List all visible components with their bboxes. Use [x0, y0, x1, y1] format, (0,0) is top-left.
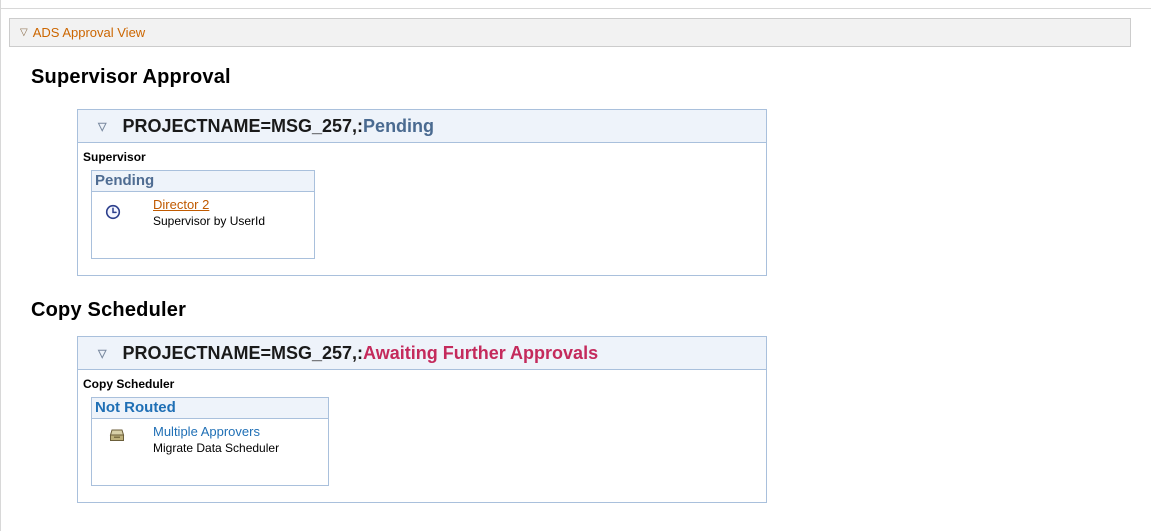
path-status: Pending: [363, 115, 435, 136]
approver-card: Pending Director 2 Supervisor by UserId: [91, 170, 315, 259]
path-status: Awaiting Further Approvals: [363, 342, 599, 363]
collapse-triangle-icon[interactable]: ▽: [20, 27, 28, 38]
approver-description: Supervisor by UserId: [153, 214, 266, 228]
approval-path-copy-scheduler: ▽ PROJECTNAME=MSG_257,: Awaiting Further…: [77, 336, 767, 503]
approver-name-link[interactable]: Multiple Approvers: [153, 424, 260, 439]
step-label: Copy Scheduler: [83, 377, 175, 391]
stage-heading-supervisor-approval: Supervisor Approval: [31, 66, 231, 88]
inbox-tray-icon: [109, 429, 125, 441]
page-top-border: [0, 8, 1151, 9]
approver-name-link[interactable]: Director 2: [153, 197, 209, 212]
path-header: ▽ PROJECTNAME=MSG_257,: Pending: [78, 110, 766, 143]
approver-status: Pending: [92, 171, 314, 192]
clock-icon: [105, 204, 121, 220]
page-left-border: [0, 0, 1, 531]
stage-heading-copy-scheduler: Copy Scheduler: [31, 299, 187, 321]
section-title[interactable]: ADS Approval View: [33, 25, 146, 40]
collapse-triangle-icon[interactable]: ▽: [98, 347, 106, 360]
approver-status: Not Routed: [92, 398, 328, 419]
step-label: Supervisor: [83, 150, 146, 164]
path-name: PROJECTNAME=MSG_257,:: [122, 115, 364, 136]
approval-path-supervisor: ▽ PROJECTNAME=MSG_257,: Pending Supervis…: [77, 109, 767, 276]
approver-description: Migrate Data Scheduler: [153, 441, 280, 455]
path-header: ▽ PROJECTNAME=MSG_257,: Awaiting Further…: [78, 337, 766, 370]
collapse-triangle-icon[interactable]: ▽: [98, 120, 106, 133]
path-name: PROJECTNAME=MSG_257,:: [122, 342, 364, 363]
approver-card: Not Routed Multiple Approvers Migrate Da…: [91, 397, 329, 486]
ads-approval-view-section[interactable]: ▽ ADS Approval View: [9, 18, 1131, 47]
